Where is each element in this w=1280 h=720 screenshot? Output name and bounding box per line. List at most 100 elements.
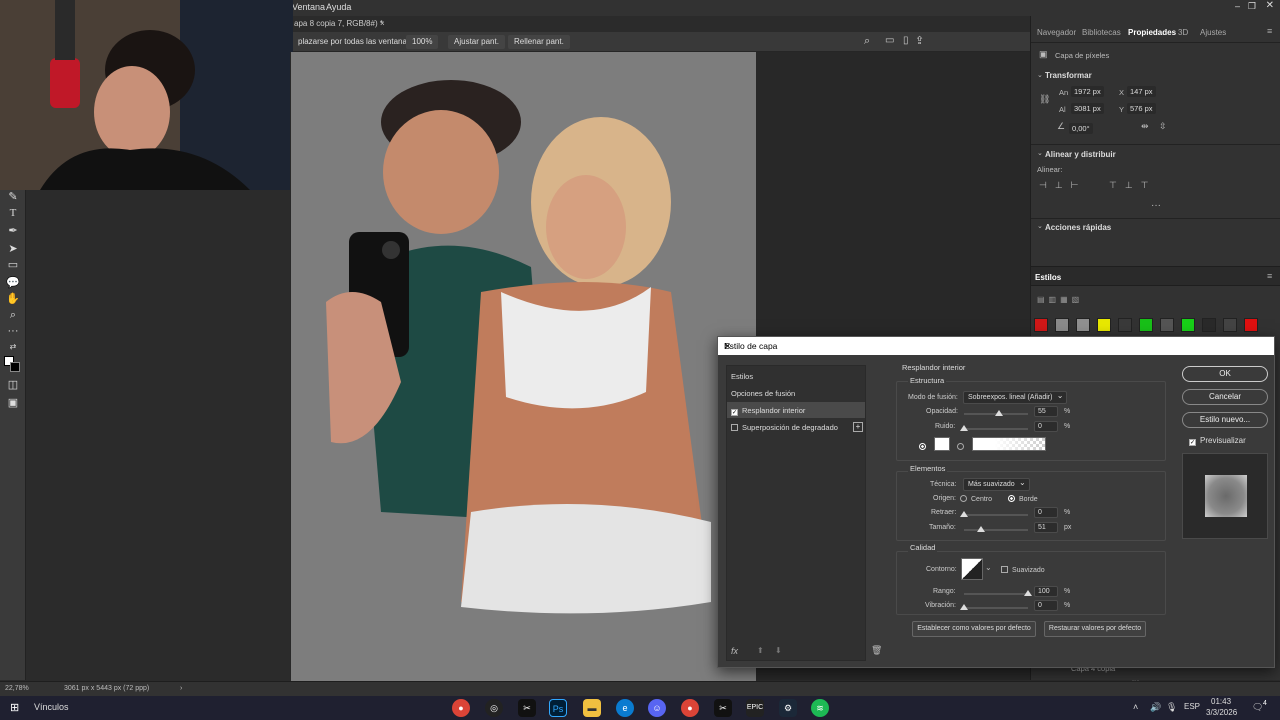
jitter-slider[interactable] [960, 604, 1028, 610]
align-section-title[interactable]: Alinear y distribuir [1045, 150, 1116, 159]
tab-propiedades[interactable]: Propiedades [1128, 28, 1176, 37]
add-effect-icon[interactable]: + [853, 422, 863, 432]
links-label[interactable]: Vínculos [34, 702, 69, 712]
scroll-all-windows-checkbox[interactable]: plazarse por todas las ventanas [292, 35, 417, 49]
cancel-button[interactable]: Cancelar [1182, 389, 1268, 405]
obs-icon[interactable]: ◎ [485, 699, 503, 717]
hand-tool-icon[interactable]: ✋ [6, 292, 20, 306]
style-swatch[interactable] [1139, 318, 1153, 332]
center-radio[interactable]: Centro [960, 495, 992, 503]
new-style-button[interactable]: Estilo nuevo... [1182, 412, 1268, 428]
range-slider-thumb[interactable] [1024, 590, 1032, 596]
jitter-field[interactable]: 0 [1034, 600, 1058, 611]
tab-navegador[interactable]: Navegador [1037, 28, 1076, 37]
style-swatch[interactable] [1160, 318, 1174, 332]
style-swatch[interactable] [1076, 318, 1090, 332]
noise-slider-thumb[interactable] [960, 425, 968, 431]
discord-icon[interactable]: ☺ [648, 699, 666, 717]
blend-mode-select[interactable]: Sobreexpos. lineal (Añadir) [963, 391, 1068, 404]
style-swatch[interactable] [1244, 318, 1258, 332]
file-explorer-icon[interactable]: ▬ [583, 699, 601, 717]
inner-glow-item[interactable]: ✓ Resplandor interior [727, 402, 865, 418]
screen-mode-icon[interactable]: ▣ [6, 396, 20, 410]
notification-icon[interactable]: 🗨 [1252, 702, 1263, 713]
gradient-preview[interactable] [972, 437, 1046, 451]
edge-icon[interactable]: e [616, 699, 634, 717]
menu-ayuda[interactable]: Ayuda [326, 2, 351, 12]
spotify-icon[interactable]: ≋ [811, 699, 829, 717]
glow-color-swatch[interactable] [934, 437, 950, 451]
more-tools-icon[interactable]: ··· [6, 324, 20, 338]
size-field[interactable]: 51 [1034, 522, 1058, 533]
style-swatch[interactable] [1055, 318, 1069, 332]
range-field[interactable]: 100 [1034, 586, 1058, 597]
opacity-slider-thumb[interactable] [995, 410, 1004, 416]
panel-menu-icon[interactable]: ≡ [1267, 271, 1272, 281]
zoom-tool-icon[interactable]: ⌕ [6, 308, 20, 322]
chevron-down-icon[interactable]: ⌄ [985, 563, 992, 572]
tab-estilos[interactable]: Estilos [1035, 273, 1061, 282]
swap-colors-icon[interactable]: ⇄ [6, 340, 20, 354]
fx-icon[interactable]: fx [731, 646, 738, 656]
y-field[interactable]: 576 px [1127, 103, 1156, 114]
rectangle-tool-icon[interactable]: ▭ [6, 258, 20, 272]
share-icon[interactable]: ⇪ [915, 34, 924, 47]
close-icon[interactable]: ✕ [724, 341, 1268, 352]
flip-horizontal-icon[interactable]: ⇹ [1141, 121, 1149, 132]
zoom-100-button[interactable]: 100% [406, 35, 439, 49]
noise-slider[interactable] [960, 425, 1028, 431]
language-indicator[interactable]: ESP [1184, 702, 1200, 711]
style-swatch[interactable] [1034, 318, 1048, 332]
document-close-icon[interactable]: × [380, 19, 385, 28]
close-app-icon[interactable]: ✕ [1266, 0, 1274, 11]
blending-options-item[interactable]: Opciones de fusión [727, 385, 865, 401]
quick-mask-icon[interactable]: ◫ [6, 378, 20, 392]
background-color-swatch[interactable] [10, 362, 20, 372]
zoom-level[interactable]: 22,78% [5, 685, 29, 692]
document-canvas[interactable] [291, 52, 756, 682]
choke-slider[interactable] [960, 511, 1028, 517]
tab-ajustes[interactable]: Ajustes [1200, 28, 1226, 37]
antialias-checkbox[interactable]: Suavizado [1001, 566, 1045, 574]
fill-screen-button[interactable]: Rellenar pant. [508, 35, 570, 49]
opacity-slider[interactable] [964, 410, 1028, 416]
choke-field[interactable]: 0 [1034, 507, 1058, 518]
menu-ventana[interactable]: Ventana [292, 2, 325, 12]
chevron-down-icon[interactable]: ⌄ [1037, 222, 1043, 230]
reset-default-button[interactable]: Restaurar valores por defecto [1044, 621, 1146, 637]
range-slider[interactable] [964, 590, 1032, 596]
minimize-icon[interactable]: – [1235, 1, 1240, 11]
tab-bibliotecas[interactable]: Bibliotecas [1082, 28, 1121, 37]
style-swatch[interactable] [1181, 318, 1195, 332]
speaker-icon[interactable]: 🔊 [1150, 702, 1161, 713]
steam-icon[interactable]: ⚙ [779, 699, 797, 717]
opacity-field[interactable]: 55 [1034, 406, 1058, 417]
path-selection-icon[interactable]: ➤ [6, 242, 20, 256]
style-swatch[interactable] [1202, 318, 1216, 332]
trash-icon[interactable]: 🗑 [871, 645, 882, 656]
move-up-icon[interactable]: ⬆ [757, 646, 764, 655]
gradient-radio[interactable] [957, 440, 968, 452]
capcut-icon[interactable]: ✂ [518, 699, 536, 717]
chevron-right-icon[interactable]: › [180, 685, 182, 692]
document-tab[interactable]: apa 8 copia 7, RGB/8#) * × [290, 16, 1030, 32]
gradient-overlay-checkbox[interactable] [731, 424, 738, 431]
chevron-up-icon[interactable]: ˄ [1133, 702, 1138, 712]
edge-radio[interactable]: Borde [1008, 495, 1038, 503]
style-swatch[interactable] [1223, 318, 1237, 332]
technique-select[interactable]: Más suavizado [963, 478, 1030, 491]
arrange-icon[interactable]: ▯ [903, 35, 909, 46]
flip-vertical-icon[interactable]: ⇳ [1159, 121, 1167, 132]
style-swatch[interactable] [1097, 318, 1111, 332]
set-default-button[interactable]: Establecer como valores por defecto [912, 621, 1036, 637]
chrome-icon[interactable]: ● [452, 699, 470, 717]
preview-checkbox[interactable]: ✓ Previsualizar [1189, 436, 1246, 446]
fit-screen-button[interactable]: Ajustar pant. [448, 35, 505, 49]
microphone-icon[interactable]: 🎙 [1166, 702, 1177, 713]
solid-color-radio[interactable] [919, 440, 930, 452]
link-icon[interactable]: ⛓ [1039, 94, 1050, 105]
restore-icon[interactable]: ❐ [1248, 1, 1256, 12]
noise-field[interactable]: 0 [1034, 421, 1058, 432]
dialog-titlebar[interactable]: Estilo de capa ✕ [718, 337, 1274, 355]
workspace-icon[interactable]: ▭ [885, 35, 894, 46]
